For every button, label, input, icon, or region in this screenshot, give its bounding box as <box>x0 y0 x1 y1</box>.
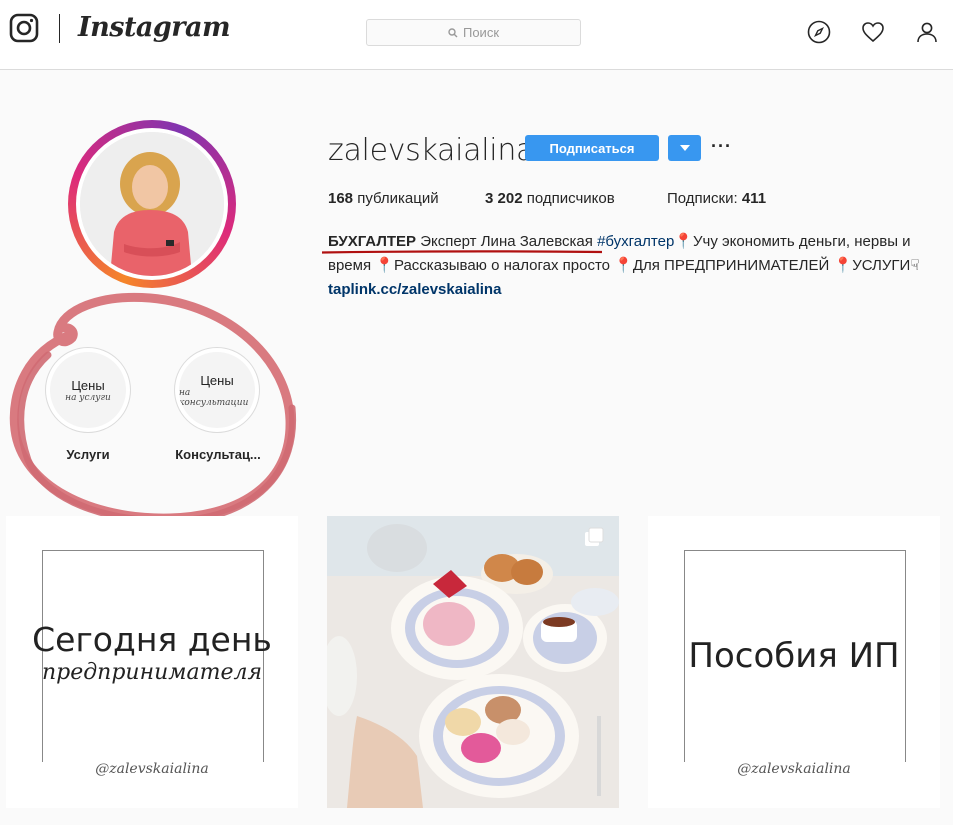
search-icon <box>448 27 458 37</box>
story-highlight-services[interactable]: Цены на услуги <box>45 347 131 433</box>
highlight-cover-title: Цены <box>71 377 105 393</box>
red-underline-annotation <box>322 250 602 254</box>
activity-heart-icon[interactable] <box>861 20 885 44</box>
bio-hashtag-link[interactable]: #бухгалтер <box>597 233 674 250</box>
posts-count: 168 <box>328 190 354 207</box>
post-subtitle: предпринимателя <box>41 660 263 685</box>
story-highlight-consultations[interactable]: Цены на консультации <box>174 347 260 433</box>
follow-button[interactable]: Подписаться <box>525 135 659 161</box>
pointing-hand-icon: ☟ <box>910 257 920 274</box>
highlight-cover: Цены на консультации <box>179 352 255 428</box>
bio-title-bold: БУХГАЛТЕР <box>328 233 417 250</box>
bio-title-rest: Эксперт Лина Залевская <box>420 233 593 250</box>
followers-count: 3 202 <box>485 190 523 207</box>
pin-icon: 📍 <box>375 257 394 274</box>
profile-username: zalevskaialina <box>328 133 535 168</box>
posts-count-stat: 168 публикаций <box>328 190 439 207</box>
pin-icon: 📍 <box>833 257 853 274</box>
scribble-circle-annotation <box>9 292 297 525</box>
following-label: Подписки: <box>667 190 738 207</box>
profile-person-icon[interactable] <box>915 20 939 44</box>
highlight-label-consultations[interactable]: Консультац... <box>163 447 273 462</box>
bio-text-3: Для ПРЕДПРИНИМАТЕЛЕЙ <box>632 257 830 274</box>
search-input[interactable]: Поиск <box>366 19 581 46</box>
followers-label: подписчиков <box>526 190 615 207</box>
highlight-cover-subtitle: на консультации <box>179 387 249 408</box>
suggestions-dropdown-button[interactable] <box>668 135 701 161</box>
avatar-border <box>76 128 228 280</box>
grid-post-1[interactable]: Сегодня день предпринимателя @zalevskaia… <box>6 516 298 808</box>
chevron-down-icon <box>679 145 690 151</box>
bio-website-link[interactable]: taplink.cc/zalevskaialina <box>328 281 501 298</box>
tea-table-photo <box>327 516 619 808</box>
highlight-cover: Цены на услуги <box>50 352 126 428</box>
followers-count-stat[interactable]: 3 202 подписчиков <box>485 190 615 207</box>
instagram-wordmark[interactable]: Instagram <box>78 12 231 43</box>
bio-text-2: Рассказываю о налогах просто <box>393 257 610 274</box>
avatar <box>80 132 224 276</box>
logo-divider <box>59 14 60 43</box>
posts-label: публикаций <box>357 190 439 207</box>
bio-text-4: УСЛУГИ <box>852 257 911 274</box>
explore-compass-icon[interactable] <box>807 20 831 44</box>
highlight-cover-title: Цены <box>200 372 234 388</box>
grid-post-3[interactable]: Пособия ИП @zalevskaialina <box>648 516 940 808</box>
multiple-photos-icon <box>585 527 604 546</box>
profile-bio: БУХГАЛТЕР Эксперт Лина Залевская #бухгал… <box>328 230 938 302</box>
following-count-stat[interactable]: Подписки: 411 <box>667 190 766 207</box>
instagram-camera-icon[interactable] <box>9 13 39 43</box>
highlight-cover-subtitle: на услуги <box>65 392 111 403</box>
highlight-label-services[interactable]: Услуги <box>33 447 143 462</box>
post-handle-text: @zalevskaialina <box>95 761 209 777</box>
profile-avatar-ring[interactable] <box>68 120 236 288</box>
post-title: Сегодня день <box>32 620 272 659</box>
top-navigation-bar: Instagram Поиск <box>0 0 953 70</box>
grid-post-2[interactable] <box>327 516 619 808</box>
pin-icon: 📍 <box>674 233 693 250</box>
search-placeholder: Поиск <box>462 25 500 40</box>
more-options-button[interactable]: ··· <box>711 136 732 157</box>
following-count: 411 <box>741 190 767 207</box>
pin-icon: 📍 <box>614 257 633 274</box>
post-handle-text: @zalevskaialina <box>737 761 851 777</box>
avatar-portrait-image <box>80 132 224 276</box>
post-title: Пособия ИП <box>688 636 900 676</box>
